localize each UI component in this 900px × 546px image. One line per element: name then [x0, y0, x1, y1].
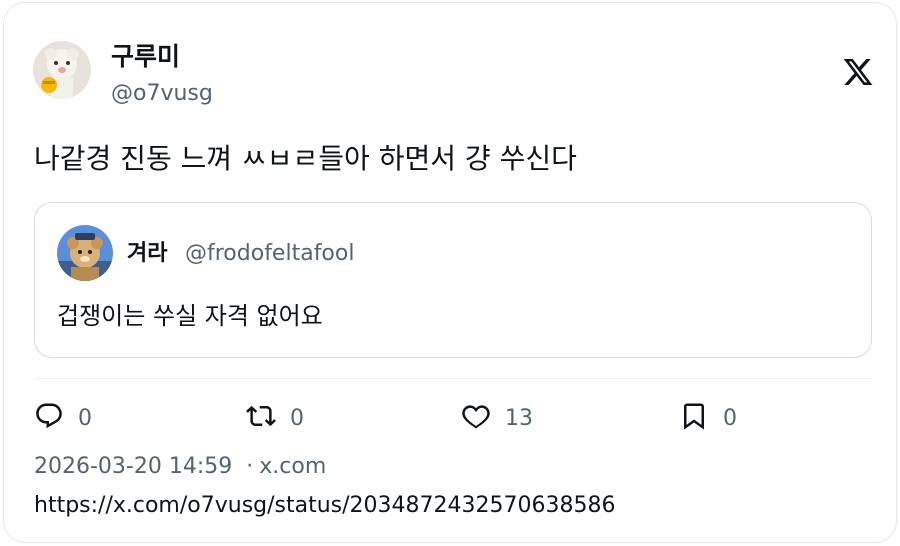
quoted-tweet-text: 겁쟁이는 쑤실 자격 없어요 — [57, 302, 323, 330]
repost-count: 0 — [290, 405, 304, 431]
action-bar: 0 0 13 0 — [34, 397, 872, 439]
author-handle[interactable]: @o7vusg — [111, 79, 213, 109]
quoted-author-avatar[interactable] — [57, 225, 113, 281]
x-logo-icon[interactable] — [842, 56, 874, 88]
bookmark-icon — [679, 401, 709, 435]
tweet-card: 구루미 @o7vusg 나같경 진동 느껴 ㅆㅂㄹ들아 하면서 걍 쑤신다 겨라… — [3, 2, 897, 543]
reply-icon — [34, 401, 64, 435]
tweet-url[interactable]: https://x.com/o7vusg/status/203487243257… — [34, 490, 616, 522]
quoted-author-name[interactable]: 겨라 — [127, 239, 167, 269]
bookmark-count: 0 — [723, 405, 737, 431]
author-name[interactable]: 구루미 — [111, 41, 180, 73]
tweet-meta: 2026-03-20 14:59 · x.com — [34, 451, 326, 483]
quoted-tweet[interactable]: 겨라 @frodofeltafool 겁쟁이는 쑤실 자격 없어요 — [34, 202, 872, 358]
repost-icon — [246, 401, 276, 435]
timestamp[interactable]: 2026-03-20 14:59 — [34, 454, 232, 479]
author-avatar[interactable] — [33, 41, 91, 99]
reply-count: 0 — [78, 405, 92, 431]
meta-separator: · — [246, 454, 254, 479]
bookmark-button[interactable]: 0 — [679, 397, 737, 439]
heart-icon — [461, 401, 491, 435]
quoted-author-handle[interactable]: @frodofeltafool — [185, 239, 354, 269]
tweet-text: 나같경 진동 느껴 ㅆㅂㄹ들아 하면서 걍 쑤신다 — [34, 142, 577, 175]
source-label: x.com — [259, 454, 327, 479]
repost-button[interactable]: 0 — [246, 397, 304, 439]
reply-button[interactable]: 0 — [34, 397, 92, 439]
like-count: 13 — [505, 405, 533, 431]
divider — [34, 378, 872, 379]
like-button[interactable]: 13 — [461, 397, 533, 439]
